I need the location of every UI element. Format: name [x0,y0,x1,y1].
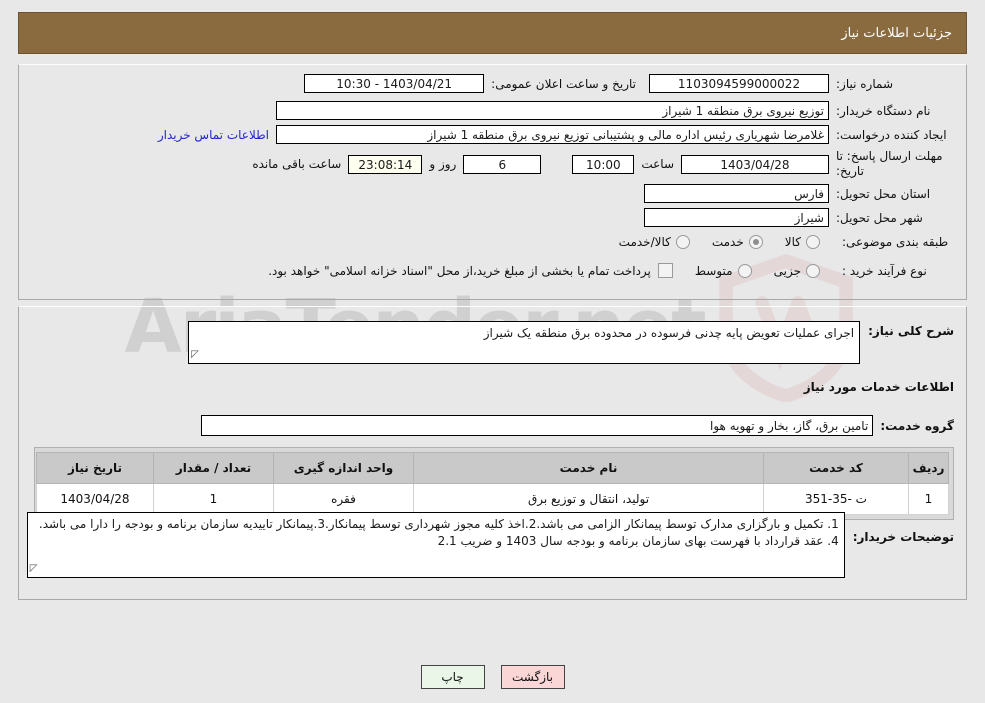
service-group-value: تامین برق، گاز، بخار و تهویه هوا [201,415,874,436]
buyer-notes-row: توضیحات خریدار: 1. تکمیل و بارگزاری مدار… [26,512,954,578]
request-creator-label: ایجاد کننده درخواست: [836,127,947,142]
category-option-goods[interactable]: کالا [785,235,820,249]
cell-need-date: 1403/04/28 [36,483,154,515]
col-quantity: تعداد / مقدار [153,452,274,484]
cell-measure-unit: فقره [273,483,414,515]
delivery-province-value: فارس [644,184,829,203]
delivery-province-label: استان محل تحویل: [836,186,931,201]
services-section-header: اطلاعات خدمات مورد نیاز [804,380,954,394]
action-button-bar: بازگشت چاپ [0,665,985,689]
announce-datetime-label: تاریخ و ساعت اعلان عمومی: [491,76,636,91]
page-root: جزئیات اطلاعات نیاز شماره نیاز: 11030945… [0,12,985,600]
islamic-treasury-option[interactable]: پرداخت تمام یا بخشی از مبلغ خرید،از محل … [268,263,673,278]
category-goods-radio[interactable] [806,235,820,249]
page-header-bar: جزئیات اطلاعات نیاز [18,12,967,54]
buyer-contact-link[interactable]: اطلاعات تماس خریدار [158,128,269,142]
buyer-notes-label: توضیحات خریدار: [852,530,954,544]
response-deadline-label: مهلت ارسال پاسخ: تا تاریخ: [836,149,943,178]
general-summary-textarea[interactable]: اجرای عملیات تعویض پایه چدنی فرسوده در م… [188,321,861,364]
category-option-service[interactable]: خدمت [712,235,763,249]
announce-datetime-row: تاریخ و ساعت اعلان عمومی: 1403/04/21 - 1… [304,74,636,93]
col-service-name: نام خدمت [413,452,764,484]
table-header-row: ردیف کد خدمت نام خدمت واحد اندازه گیری ت… [36,452,949,484]
buyer-notes-value: 1. تکمیل و بارگزاری مدارک توسط پیمانکار … [38,517,839,548]
response-deadline-row: مهلت ارسال پاسخ: تا تاریخ: 1403/04/28 سا… [252,149,954,179]
request-creator-value: غلامرضا شهریاری رئیس اداره مالی و پشتیبا… [276,125,829,144]
col-service-code: کد خدمت [763,452,909,484]
remaining-days-value: 6 [463,154,542,174]
purchase-process-label: نوع فرآیند خرید : [842,263,927,278]
islamic-treasury-label: پرداخت تمام یا بخشی از مبلغ خرید،از محل … [268,263,651,278]
delivery-city-value: شیراز [644,208,829,227]
process-option-minor[interactable]: جزیی [773,263,820,278]
category-goods-service-label: کالا/خدمت [618,235,671,249]
service-items-table-wrap: ردیف کد خدمت نام خدمت واحد اندازه گیری ت… [34,447,954,520]
remaining-days-label: روز و [429,157,457,171]
islamic-treasury-checkbox[interactable] [657,263,673,278]
category-goods-service-radio[interactable] [675,235,690,249]
process-medium-radio[interactable] [737,263,752,278]
resize-grip-icon[interactable]: ◸ [191,346,199,363]
cell-service-code: ت -35-351 [763,483,909,515]
delivery-city-label: شهر محل تحویل: [836,210,923,225]
service-items-table: ردیف کد خدمت نام خدمت واحد اندازه گیری ت… [36,452,949,515]
cell-row-number: 1 [908,483,949,515]
cell-service-name: تولید، انتقال و توزیع برق [413,483,764,515]
category-service-radio[interactable] [748,235,763,249]
process-minor-radio[interactable] [806,263,820,278]
subject-category-row: طبقه بندی موضوعی: کالا خدمت کالا/خدمت [619,235,954,249]
buyer-org-row: نام دستگاه خریدار: توزیع نیروی برق منطقه… [276,101,954,120]
purchase-process-row: نوع فرآیند خرید : جزیی متوسط پرداخت تمام… [268,263,954,278]
announce-datetime-value: 1403/04/21 - 10:30 [304,74,485,93]
page-title: جزئیات اطلاعات نیاز [841,25,952,41]
need-details-panel: شرح کلی نیاز: اجرای عملیات تعویض پایه چد… [18,306,967,600]
subject-category-label: طبقه بندی موضوعی: [842,235,949,249]
col-measure-unit: واحد اندازه گیری [273,452,414,484]
back-button[interactable]: بازگشت [500,665,565,689]
service-group-row: گروه خدمت: تامین برق، گاز، بخار و تهویه … [201,415,954,436]
general-summary-value: اجرای عملیات تعویض پایه چدنی فرسوده در م… [483,326,855,340]
deadline-date-value: 1403/04/28 [681,154,829,174]
process-medium-label: متوسط [694,263,733,278]
countdown-timer: 23:08:14 [348,154,423,174]
need-info-panel: شماره نیاز: 1103094599000022 تاریخ و ساع… [18,64,967,300]
process-option-medium[interactable]: متوسط [694,263,752,278]
category-service-label: خدمت [711,235,744,249]
buyer-org-label: نام دستگاه خریدار: [836,103,931,118]
service-group-label: گروه خدمت: [880,418,954,433]
buyer-notes-textarea[interactable]: 1. تکمیل و بارگزاری مدارک توسط پیمانکار … [26,512,845,578]
need-number-label: شماره نیاز: [836,76,893,91]
print-button[interactable]: چاپ [420,665,485,689]
buyer-org-value: توزیع نیروی برق منطقه 1 شیراز [276,101,829,120]
need-number-row: شماره نیاز: 1103094599000022 [649,74,954,93]
remaining-hours-label: ساعت باقی مانده [252,157,342,171]
request-creator-row: ایجاد کننده درخواست: غلامرضا شهریاری رئی… [158,125,954,144]
cell-quantity: 1 [153,483,274,515]
delivery-city-row: شهر محل تحویل: شیراز [644,208,954,227]
deadline-hour-label: ساعت [641,157,674,171]
process-minor-label: جزیی [773,263,801,278]
table-row: 1 ت -35-351 تولید، انتقال و توزیع برق فق… [36,483,949,515]
services-section-title: اطلاعات خدمات مورد نیاز [803,380,954,394]
deadline-time-value: 10:00 [572,154,635,174]
category-goods-label: کالا [784,235,801,249]
col-row-number: ردیف [908,452,949,484]
notes-resize-grip-icon[interactable]: ◸ [30,560,38,577]
delivery-province-row: استان محل تحویل: فارس [644,184,954,203]
general-summary-row: شرح کلی نیاز: اجرای عملیات تعویض پایه چد… [188,321,954,364]
category-option-goods-service[interactable]: کالا/خدمت [619,235,690,249]
need-number-value: 1103094599000022 [649,74,829,93]
col-need-date: تاریخ نیاز [36,452,154,484]
general-summary-label: شرح کلی نیاز: [868,324,954,338]
